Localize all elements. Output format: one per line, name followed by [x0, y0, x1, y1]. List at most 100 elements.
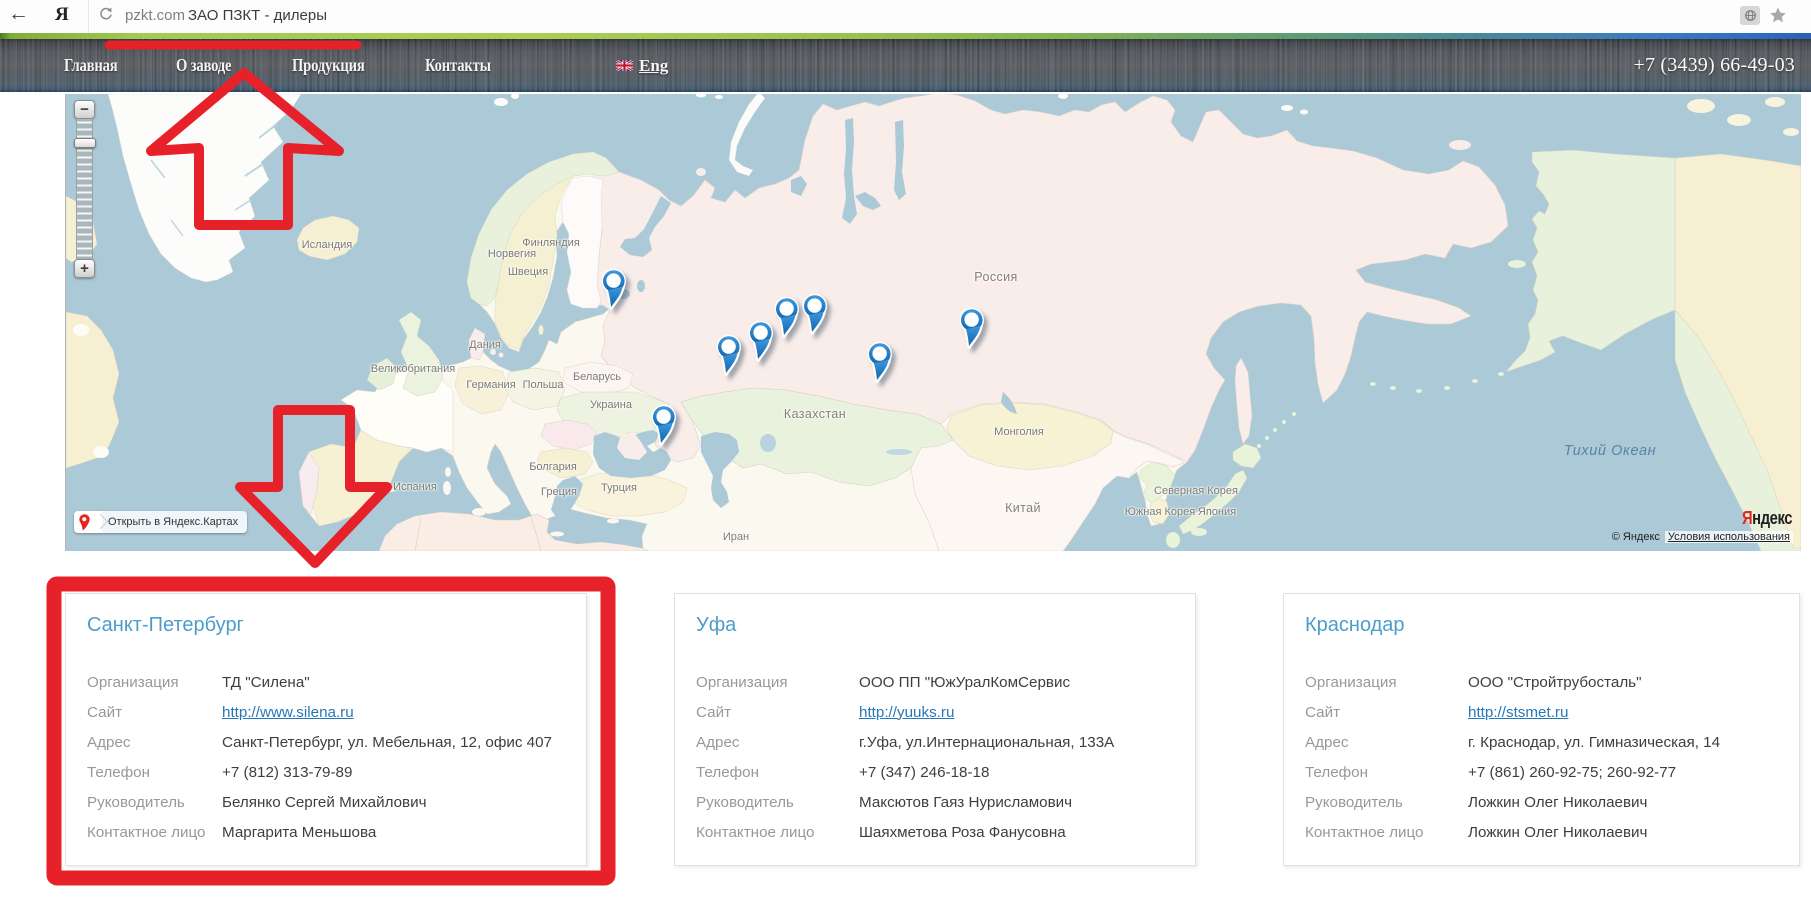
field-label: Контактное лицо: [696, 824, 859, 841]
card-field-row: Адрес г. Краснодар, ул. Гимназическая, 1…: [1305, 727, 1789, 757]
field-value: http://yuuks.ru: [859, 704, 954, 721]
field-value: http://www.silena.ru: [222, 704, 354, 721]
field-label: Телефон: [1305, 764, 1468, 781]
map-aleutian1: [1498, 372, 1504, 376]
map-kyushu: [1166, 532, 1180, 548]
field-value: Шаяхметова Роза Фанусовна: [859, 824, 1066, 841]
card-field-row: Организация ООО ПП "ЮжУралКомСервис: [696, 667, 1185, 697]
map-lake-onega: [637, 280, 645, 292]
map-st-lawrence: [1508, 260, 1526, 268]
map-cyprus: [607, 519, 619, 524]
website-link[interactable]: http://stsmet.ru: [1468, 704, 1568, 721]
card-field-row: Телефон +7 (861) 260-92-75; 260-92-77: [1305, 757, 1789, 787]
map-kuril4: [1282, 420, 1286, 424]
yandex-browser-logo[interactable]: Я: [55, 4, 69, 26]
card-field-row: Организация ООО "Стройтрубосталь": [1305, 667, 1789, 697]
tab-title-text: ЗАО ПЗКТ - дилеры: [188, 7, 327, 24]
yandex-map[interactable]: ИсландияНорвегияФинляндияШвецияДанияВели…: [65, 94, 1800, 551]
card-field-row: Адрес Санкт-Петербург, ул. Мебельная, 12…: [87, 727, 576, 757]
field-label: Адрес: [1305, 734, 1468, 751]
map-denmark-isle1: [490, 349, 496, 355]
field-label: Сайт: [1305, 704, 1468, 721]
field-value: Ложкин Олег Николаевич: [1468, 794, 1647, 811]
map-aleutian2: [1472, 379, 1478, 383]
yandex-pin-icon: [74, 511, 94, 533]
map-new-siberian2: [1300, 110, 1308, 115]
uk-flag-icon: [616, 60, 633, 71]
chevron-right-icon: [94, 511, 102, 533]
map-franz-josef2: [715, 95, 723, 99]
bookmark-star-icon[interactable]: [1768, 5, 1788, 25]
extension-badge-icon[interactable]: [1740, 6, 1760, 25]
navbar-texture: [0, 39, 1811, 92]
field-label: Сайт: [87, 704, 222, 721]
card-field-row: Телефон +7 (347) 246-18-18: [696, 757, 1185, 787]
card-field-row: Руководитель Максютов Гаяз Нурисламович: [696, 787, 1185, 817]
map-kuril5: [1292, 412, 1296, 416]
card-field-row: Организация ТД "Силена": [87, 667, 576, 697]
field-label: Адрес: [87, 734, 222, 751]
zoom-slider-handle[interactable]: [74, 138, 96, 148]
field-value: http://stsmet.ru: [1468, 704, 1568, 721]
card-city-title: Уфа: [696, 614, 736, 637]
card-field-row: Телефон +7 (812) 313-79-89: [87, 757, 576, 787]
zoom-in-button[interactable]: +: [74, 259, 95, 278]
field-label: Адрес: [696, 734, 859, 751]
map-canvas: [66, 94, 1801, 551]
card-field-row: Контактное лицо Ложкин Олег Николаевич: [1305, 817, 1789, 847]
map-kuril2: [1265, 436, 1269, 440]
zoom-out-button[interactable]: −: [74, 100, 95, 119]
terms-of-use-link[interactable]: Условия использования: [1665, 531, 1793, 543]
field-value: ТД "Силена": [222, 674, 310, 691]
map-karaginsky: [1355, 277, 1363, 291]
map-newfoundland: [93, 446, 109, 458]
reload-icon[interactable]: [98, 6, 114, 22]
field-value: г. Краснодар, ул. Гимназическая, 14: [1468, 734, 1720, 751]
field-value: Максютов Гаяз Нурисламович: [859, 794, 1072, 811]
field-label: Руководитель: [696, 794, 859, 811]
map-gotland: [539, 325, 544, 335]
field-value: г.Уфа, ул.Интернациональная, 133А: [859, 734, 1114, 751]
field-value: Маргарита Меньшова: [222, 824, 376, 841]
map-new-siberian: [1281, 105, 1293, 111]
map-kuril3: [1273, 428, 1277, 432]
open-in-yandex-maps-button[interactable]: Открыть в Яндекс.Картах: [74, 511, 247, 533]
field-label: Организация: [1305, 674, 1468, 691]
field-label: Организация: [696, 674, 859, 691]
nav-item-eng: Eng: [639, 56, 668, 76]
website-link[interactable]: http://www.silena.ru: [222, 704, 354, 721]
address-bar-divider: [88, 0, 89, 33]
field-value: ООО ПП "ЮжУралКомСервис: [859, 674, 1070, 691]
card-field-row: Сайт http://stsmet.ru: [1305, 697, 1789, 727]
nav-item-about[interactable]: О заводе: [176, 39, 231, 92]
card-field-row: Контактное лицо Шаяхметова Роза Фанусовн…: [696, 817, 1185, 847]
dealer-card-ufa: Уфа Организация ООО ПП "ЮжУралКомСервис …: [674, 593, 1196, 866]
url-text[interactable]: pzkt.com: [125, 7, 185, 24]
map-svalbard: [494, 98, 508, 106]
field-label: Организация: [87, 674, 222, 691]
yandex-logo[interactable]: Яндекс: [1742, 508, 1792, 529]
map-lake-balkhash: [886, 449, 912, 455]
language-switch[interactable]: Eng: [616, 39, 668, 92]
field-value: Белянко Сергей Михайлович: [222, 794, 427, 811]
map-denmark-isle2: [499, 353, 504, 358]
map-copyright: © Яндекс: [1612, 531, 1660, 543]
website-link[interactable]: http://yuuks.ru: [859, 704, 954, 721]
map-shikoku: [1191, 528, 1207, 536]
nav-item-home[interactable]: Главная: [64, 39, 117, 92]
nav-item-contacts[interactable]: Контакты: [425, 39, 491, 92]
map-kuril1: [1257, 444, 1261, 448]
browser-toolbar: ← Я pzkt.com ЗАО ПЗКТ - дилеры: [0, 0, 1811, 33]
map-balearic: [387, 488, 395, 492]
card-field-row: Сайт http://yuuks.ru: [696, 697, 1185, 727]
map-crete: [550, 532, 564, 537]
nav-item-products[interactable]: Продукция: [292, 39, 365, 92]
back-icon[interactable]: ←: [8, 2, 29, 26]
open-in-yandex-maps-label: Открыть в Яндекс.Картах: [102, 511, 247, 533]
map-kolguev: [696, 168, 706, 176]
zoom-slider-track[interactable]: [76, 119, 93, 259]
card-field-row: Руководитель Ложкин Олег Николаевич: [1305, 787, 1789, 817]
map-arctic-island3: [1765, 97, 1785, 107]
main-navigation: Главная О заводе Продукция Контакты Eng …: [0, 39, 1811, 92]
field-label: Сайт: [696, 704, 859, 721]
